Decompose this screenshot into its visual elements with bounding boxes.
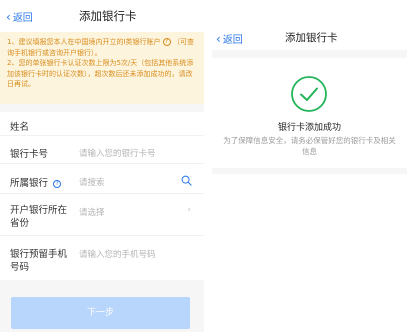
success-title: 银行卡添加成功 [277,123,341,133]
notice-line-1: 1、建议填报您本人在中国境内开立的I类银行账户 ? （可查询手机银行或咨询开户银… [7,37,197,58]
chevron-right-icon: › [187,205,191,215]
add-card-form-screen: ‹ 返回 添加银行卡 1、建议填报您本人在中国境内开立的I类银行账户 ? （可查… [0,0,204,332]
province-row[interactable]: 开户银行所在省份 请选择 › [0,196,204,236]
bank-search-input[interactable]: 请搜索 [79,176,105,188]
bank-help-icon[interactable]: ? [53,179,62,188]
section-divider [0,104,204,112]
back-label-right: 返回 [222,35,243,46]
nav-bar: ‹ 返回 添加银行卡 [0,0,204,32]
help-icon[interactable]: ? [162,38,171,46]
bank-label: 所属银行 ? [10,175,62,189]
name-row: 姓名 [0,112,204,136]
card-number-label: 银行卡号 [10,149,49,160]
notice-line-1-text: 1、建议填报您本人在中国境内开立的I类银行账户 [7,38,161,46]
success-subtitle: 为了保障信息安全，请务必保管好您的银行卡及相关信息 [223,136,396,156]
name-label: 姓名 [10,122,30,133]
back-label: 返回 [12,13,33,24]
phone-input[interactable]: 请输入您的手机号码 [79,248,156,260]
chevron-left-icon: ‹ [6,9,11,24]
bottom-divider [212,168,407,174]
page-title-right: 添加银行卡 [285,32,338,44]
bank-row[interactable]: 所属银行 ? 请搜索 [0,166,204,194]
back-button[interactable]: ‹ 返回 [6,9,33,25]
bank-label-text: 所属银行 [10,178,49,189]
section-divider-right [212,50,407,58]
province-label: 开户银行所在省份 [10,205,68,229]
next-button[interactable]: 下一步 [11,297,190,329]
card-number-row[interactable]: 银行卡号 请输入您的银行卡号 [0,138,204,164]
phone-label: 银行预留手机号码 [10,249,68,273]
chevron-left-icon: ‹ [216,31,221,46]
add-card-success-screen: ‹ 返回 添加银行卡 银行卡添加成功 为了保障信息安全，请务必保管好您的银行卡及… [212,22,407,178]
search-icon[interactable] [181,175,192,186]
card-number-input[interactable]: 请输入您的银行卡号 [79,147,156,159]
notice-line-2: 2、您的单张银行卡认证次数上限为5次/天（包括其他系统添加该银行卡时的认证次数）… [7,59,194,89]
success-check-icon [291,76,327,112]
back-button-right[interactable]: ‹ 返回 [216,31,243,47]
phone-row[interactable]: 银行预留手机号码 请输入您的手机号码 [0,238,204,276]
notice-banner: 1、建议填报您本人在中国境内开立的I类银行账户 ? （可查询手机银行或咨询开户银… [0,32,204,104]
province-select[interactable]: 请选择 [79,206,105,218]
page-title: 添加银行卡 [79,9,137,23]
